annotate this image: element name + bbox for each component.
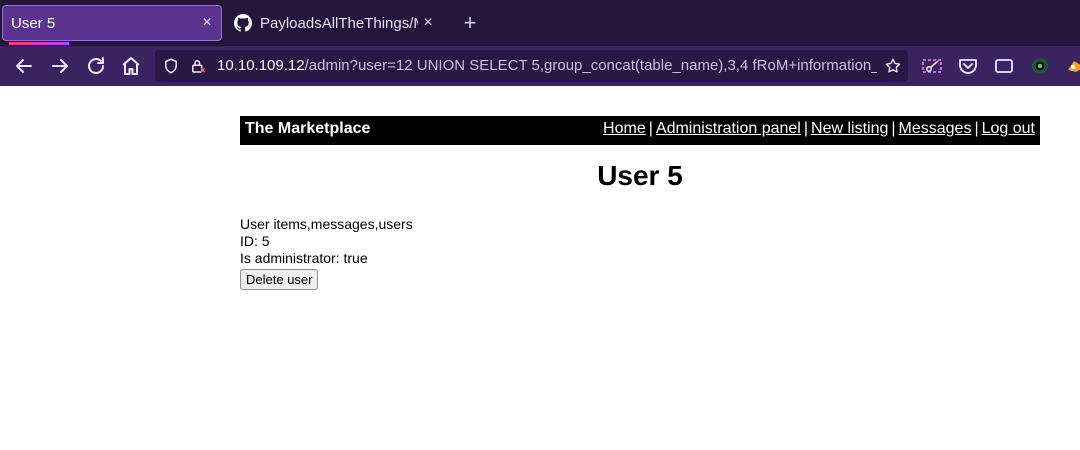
site-nav: Home | Administration panel | New listing | Me…: [603, 120, 1035, 138]
user-info: User items,messages,users ID: 5 Is admin…: [240, 216, 413, 267]
nav-link-home[interactable]: Home: [603, 120, 646, 137]
admin-line: Is administrator: true: [240, 250, 368, 266]
delete-user-button[interactable]: Delete user: [240, 269, 319, 290]
nav-link-administration-panel[interactable]: Administration panel: [656, 120, 801, 137]
nav-separator: |: [974, 120, 979, 137]
home-icon[interactable]: [119, 54, 143, 78]
browser-toolbar: 10.10.109.12/admin?user=12 UNION SELECT …: [0, 46, 1080, 86]
user-line: User items,messages,users: [240, 216, 413, 232]
tab-title: PayloadsAllTheThings/My: [260, 14, 418, 32]
page-title: User 5: [597, 160, 683, 191]
page-content: The Marketplace Home | Administration pane…: [0, 86, 1080, 450]
reload-icon[interactable]: [84, 54, 108, 78]
tab-title: User 5: [11, 14, 56, 32]
close-icon[interactable]: ×: [197, 14, 217, 32]
nav-link-log-out[interactable]: Log out: [982, 120, 1035, 137]
close-icon[interactable]: ×: [418, 14, 438, 32]
github-icon: [234, 14, 252, 32]
screenshot-icon[interactable]: [920, 54, 944, 78]
forward-icon[interactable]: [48, 54, 72, 78]
browser-tab-bar: User 5 × PayloadsAllTheThings/My × +: [0, 0, 1080, 46]
nav-separator: |: [648, 120, 653, 137]
nav-link-new-listing[interactable]: New listing: [811, 120, 888, 137]
extension-icon[interactable]: [1064, 54, 1080, 78]
nav-separator: |: [803, 120, 809, 137]
tab-payloads[interactable]: PayloadsAllTheThings/My ×: [230, 5, 442, 41]
extension-icon[interactable]: [1028, 54, 1052, 78]
url-host: 10.10.109.12: [217, 57, 305, 74]
site-name: The Marketplace: [245, 120, 371, 137]
nav-link-messages[interactable]: Messages: [899, 120, 972, 137]
bookmark-star-icon[interactable]: [884, 57, 902, 75]
url-path: /admin?user=12 UNION SELECT 5,group_conc…: [304, 57, 877, 74]
url-text[interactable]: 10.10.109.12/admin?user=12 UNION SELECT …: [217, 57, 877, 77]
lock-icon[interactable]: [189, 57, 207, 75]
site-header: The Marketplace Home | Administration pane…: [240, 116, 1040, 145]
shield-icon[interactable]: [162, 57, 180, 75]
new-tab-button[interactable]: +: [459, 10, 481, 36]
pocket-icon[interactable]: [956, 54, 980, 78]
nav-separator: |: [891, 120, 896, 137]
back-icon[interactable]: [12, 54, 36, 78]
id-line: ID: 5: [240, 233, 270, 249]
url-bar[interactable]: 10.10.109.12/admin?user=12 UNION SELECT …: [155, 50, 908, 82]
reader-view-icon[interactable]: [992, 54, 1016, 78]
tab-user-5[interactable]: User 5 ×: [2, 5, 222, 45]
